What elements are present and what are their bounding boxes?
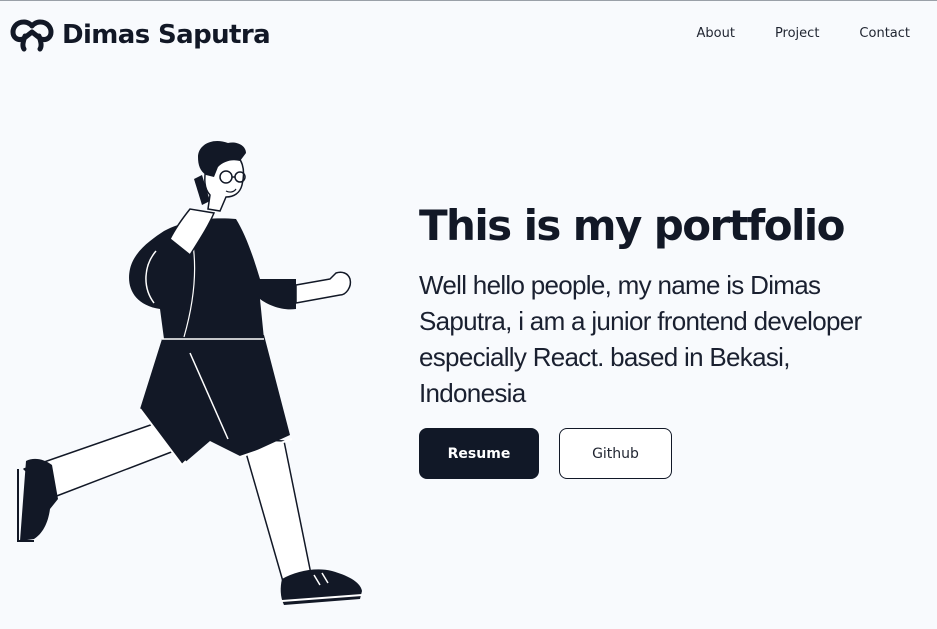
- brand-logo[interactable]: Dimas Saputra: [10, 18, 271, 52]
- hero-section: This is my portfolio Well hello people, …: [419, 197, 899, 411]
- nav-link-project[interactable]: Project: [775, 26, 819, 41]
- running-man-illustration: [17, 140, 363, 605]
- site-header: Dimas Saputra About Project Contact: [0, 1, 937, 71]
- infinity-loop-icon: [10, 19, 54, 52]
- brand-name: Dimas Saputra: [62, 20, 271, 50]
- hero-title: This is my portfolio: [419, 201, 845, 250]
- main-nav: About Project Contact: [697, 26, 911, 41]
- hero-description: Well hello people, my name is Dimas Sapu…: [419, 270, 862, 408]
- nav-link-about[interactable]: About: [697, 26, 735, 41]
- nav-link-contact[interactable]: Contact: [859, 26, 910, 41]
- github-button[interactable]: Github: [559, 428, 672, 479]
- hero-actions: Resume Github: [419, 428, 672, 479]
- resume-button[interactable]: Resume: [419, 428, 539, 479]
